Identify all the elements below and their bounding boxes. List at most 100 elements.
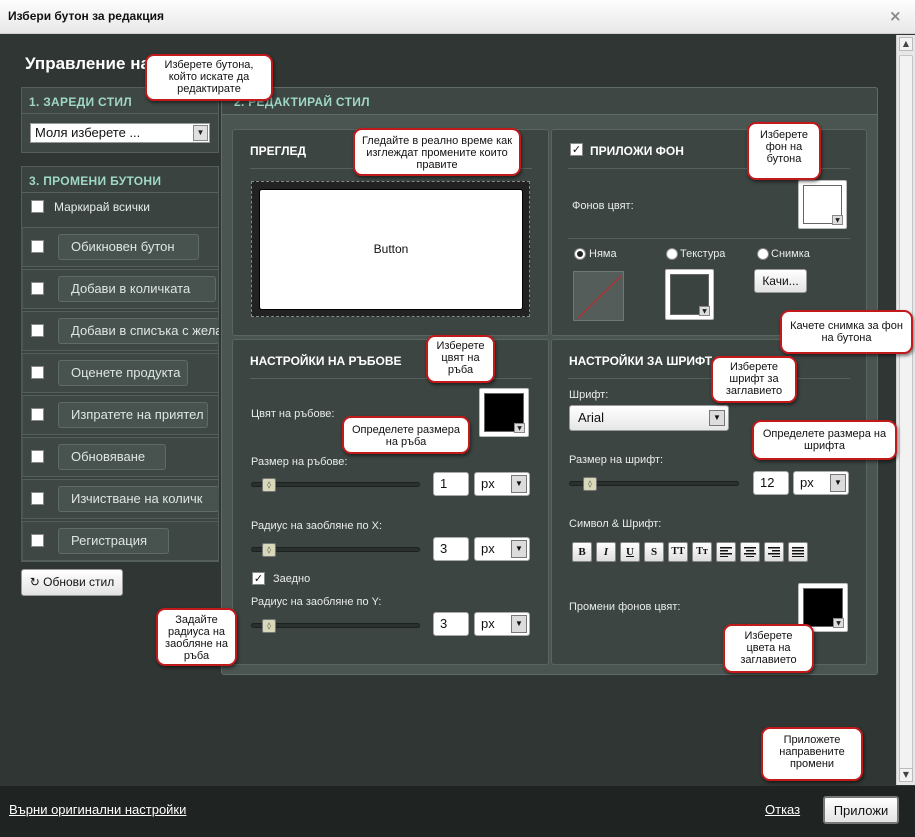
tooltip-border-size: Определете размера на ръба <box>342 416 470 454</box>
chevron-down-icon: ▼ <box>833 618 844 628</box>
close-icon[interactable]: × <box>889 7 902 25</box>
chevron-down-icon: ▼ <box>511 615 527 633</box>
align-center-icon[interactable] <box>740 542 760 562</box>
chevron-down-icon: ▼ <box>511 540 527 558</box>
bg-option-none-label: Няма <box>589 248 617 260</box>
border-color-swatch[interactable]: ▼ <box>479 388 529 437</box>
radius-x-unit-value: px <box>481 541 495 556</box>
border-size-slider[interactable] <box>251 482 420 487</box>
background-color-label: Фонов цвят: <box>572 200 634 212</box>
radius-y-input[interactable]: 3 <box>433 612 469 636</box>
chevron-down-icon: ▼ <box>830 474 846 492</box>
radius-x-unit-select[interactable]: px ▼ <box>474 537 530 561</box>
font-size-unit-value: px <box>800 475 814 490</box>
radius-x-slider-handle[interactable]: ◊ <box>262 543 276 557</box>
button-checkbox[interactable] <box>31 366 44 379</box>
button-item-register[interactable]: Регистрация <box>58 528 169 554</box>
texture-swatch[interactable]: ▼ <box>665 269 714 320</box>
tooltip-border-color: Изберете цвят на ръба <box>426 335 495 383</box>
no-background-swatch[interactable] <box>573 271 624 321</box>
page-title: Управление на <box>25 54 150 73</box>
window-title: Избери бутон за редакция <box>8 9 164 23</box>
symbol-font-label: Символ & Шрифт: <box>569 518 662 530</box>
font-select[interactable]: Arial ▼ <box>569 405 729 431</box>
align-justify-icon[interactable] <box>788 542 808 562</box>
divider <box>22 113 218 114</box>
together-label: Заедно <box>273 573 311 585</box>
underline-button[interactable]: U <box>620 542 640 562</box>
mark-all-label: Маркирай всички <box>54 200 150 214</box>
strike-button[interactable]: S <box>644 542 664 562</box>
border-size-unit-value: px <box>481 476 495 491</box>
font-size-slider-handle[interactable]: ◊ <box>583 477 597 491</box>
chevron-down-icon: ▼ <box>514 423 525 433</box>
button-checkbox[interactable] <box>31 324 44 337</box>
border-color-label: Цвят на ръбове: <box>251 408 335 420</box>
style-select[interactable]: Моля изберете ... ▼ <box>30 123 210 143</box>
font-size-unit-select[interactable]: px ▼ <box>793 471 849 495</box>
button-item-add-to-wishlist[interactable]: Добави в списъка с жела <box>58 318 219 344</box>
button-checkbox[interactable] <box>31 534 44 547</box>
border-size-input[interactable]: 1 <box>433 472 469 496</box>
tooltip-font-color: Изберете цвета на заглавието <box>723 624 814 673</box>
radius-x-slider[interactable] <box>251 547 420 552</box>
button-checkbox[interactable] <box>31 408 44 421</box>
none-slash-icon <box>577 275 622 319</box>
border-size-label: Размер на ръбове: <box>251 456 348 468</box>
tooltip-apply: Приложете направените промени <box>761 727 863 781</box>
bg-option-texture-radio[interactable] <box>666 248 678 260</box>
button-checkbox[interactable] <box>31 282 44 295</box>
border-size-unit-select[interactable]: px ▼ <box>474 472 530 496</box>
radius-y-unit-value: px <box>481 616 495 631</box>
radius-y-unit-select[interactable]: px ▼ <box>474 612 530 636</box>
button-checkbox[interactable] <box>31 240 44 253</box>
tooltip-bg-color: Изберете фон на бутона <box>747 122 821 180</box>
change-buttons-title: 3. ПРОМЕНИ БУТОНИ <box>29 174 162 188</box>
button-item-refresh[interactable]: Обновяване <box>58 444 166 470</box>
font-size-input[interactable]: 12 <box>753 471 789 495</box>
apply-background-checkbox[interactable]: ✓ <box>570 143 583 156</box>
apply-button[interactable]: Приложи <box>823 796 899 824</box>
window-titlebar: Избери бутон за редакция × <box>0 0 915 34</box>
bg-option-none-radio[interactable] <box>574 248 586 260</box>
bold-button[interactable]: B <box>572 542 592 562</box>
align-right-icon[interactable] <box>764 542 784 562</box>
chevron-down-icon[interactable]: ▼ <box>193 125 208 141</box>
capitalize-button[interactable]: Tт <box>692 542 712 562</box>
bg-option-image-radio[interactable] <box>757 248 769 260</box>
tooltip-preview: Гледайте в реално време как изглеждат пр… <box>353 128 521 176</box>
font-settings-title: НАСТРОЙКИ ЗА ШРИФТ Н <box>569 354 719 368</box>
border-size-slider-handle[interactable]: ◊ <box>262 478 276 492</box>
button-checkbox[interactable] <box>31 450 44 463</box>
font-size-label: Размер на шрифт: <box>569 454 664 466</box>
update-style-button[interactable]: ↻ Обнови стил <box>21 569 123 596</box>
tooltip-radius: Задайте радиуса на заобляне на ръба <box>156 608 237 666</box>
radius-x-input[interactable]: 3 <box>433 537 469 561</box>
button-item-add-to-cart[interactable]: Добави в количката <box>58 276 216 302</box>
background-color-swatch[interactable]: ▼ <box>798 180 847 229</box>
bg-option-image-label: Снимка <box>771 248 810 260</box>
upload-button[interactable]: Качи... <box>754 269 807 293</box>
update-style-label: Обнови стил <box>43 575 115 589</box>
radius-y-slider[interactable] <box>251 623 420 628</box>
radius-x-label: Радиус на заобляне по X: <box>251 520 383 532</box>
button-item-rate-product[interactable]: Оценете продукта <box>58 360 188 386</box>
italic-button[interactable]: I <box>596 542 616 562</box>
button-checkbox[interactable] <box>31 492 44 505</box>
button-item-clear-cart[interactable]: Изчистване на количк <box>58 486 219 512</box>
vertical-scrollbar[interactable]: ▲ ▼ <box>896 35 915 785</box>
reset-settings-link[interactable]: Върни оригинални настройки <box>9 802 186 817</box>
scroll-up-icon[interactable]: ▲ <box>899 37 913 51</box>
cancel-link[interactable]: Отказ <box>765 802 800 817</box>
scroll-thumb[interactable] <box>899 55 913 769</box>
chevron-down-icon: ▼ <box>709 410 725 426</box>
button-item-regular[interactable]: Обикновен бутон <box>58 234 199 260</box>
align-left-icon[interactable] <box>716 542 736 562</box>
mark-all-checkbox[interactable] <box>31 200 44 213</box>
radius-y-slider-handle[interactable]: ◊ <box>262 619 276 633</box>
together-checkbox[interactable]: ✓ <box>252 572 265 585</box>
scroll-down-icon[interactable]: ▼ <box>899 768 913 782</box>
uppercase-button[interactable]: TT <box>668 542 688 562</box>
button-item-send-to-friend[interactable]: Изпратете на приятел <box>58 402 208 428</box>
tooltip-font-size: Определете размера на шрифта <box>752 420 897 460</box>
